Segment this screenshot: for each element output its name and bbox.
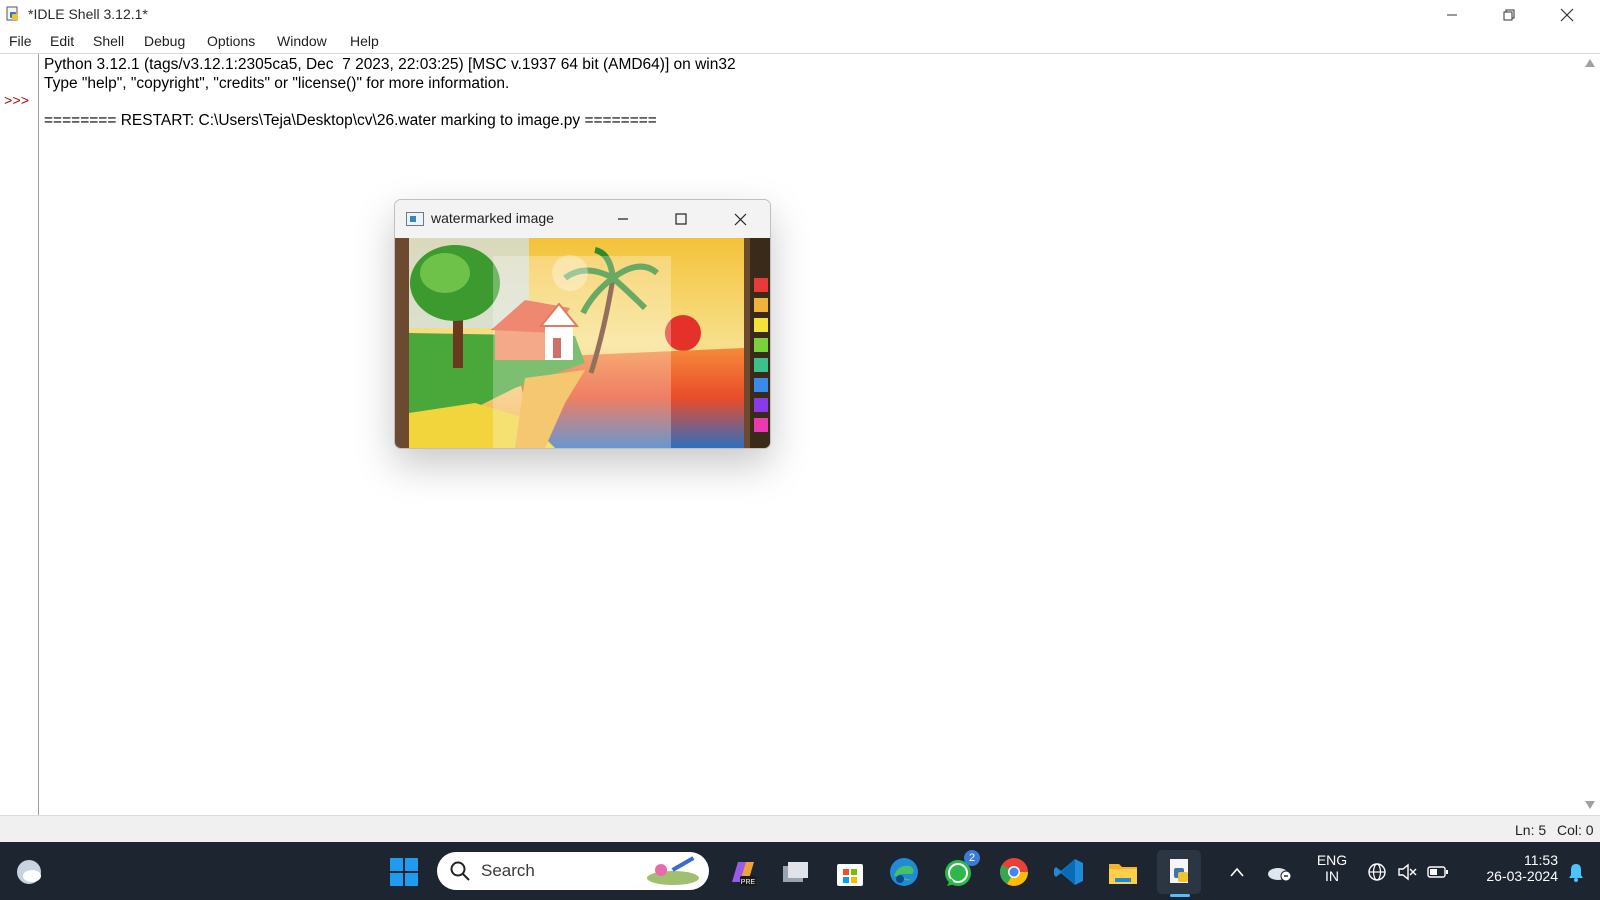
menu-options[interactable]: Options: [207, 33, 255, 49]
taskbar-edge[interactable]: [882, 850, 926, 894]
taskbar-python-idle[interactable]: [1157, 850, 1201, 894]
whatsapp-badge: 2: [964, 850, 980, 866]
shell-line-version: Python 3.12.1 (tags/v3.12.1:2305ca5, Dec…: [44, 56, 736, 73]
search-highlight-icon: [647, 856, 699, 885]
chrome-icon: [1000, 858, 1028, 886]
python-idle-icon: [1170, 859, 1188, 883]
clock[interactable]: 11:53 26-03-2024: [1462, 852, 1558, 884]
volume-tray[interactable]: [1394, 850, 1420, 894]
window-title: *IDLE Shell 3.12.1*: [28, 6, 148, 22]
clock-date: 26-03-2024: [1486, 868, 1558, 884]
maximize-icon: [675, 213, 687, 225]
menu-bar: File Edit Shell Debug Options Window Hel…: [0, 29, 1600, 53]
popup-close-button[interactable]: [725, 204, 755, 234]
language-indicator[interactable]: ENG IN: [1313, 852, 1351, 884]
start-button[interactable]: [382, 850, 426, 894]
network-tray[interactable]: [1364, 850, 1390, 894]
shell-line-restart: ======== RESTART: C:\Users\Teja\Desktop\…: [44, 112, 657, 129]
python-idle-icon: [6, 6, 18, 21]
chevron-up-icon: [1230, 867, 1244, 877]
onedrive-tray[interactable]: [1262, 850, 1296, 894]
menu-file[interactable]: File: [9, 33, 32, 49]
task-view-icon: [783, 862, 808, 882]
onedrive-cloud-icon: [1268, 868, 1292, 882]
prompt-gutter: >>>: [0, 54, 39, 816]
file-explorer-icon: [1109, 864, 1137, 884]
weather-cloud-icon: [17, 860, 41, 884]
taskbar-copilot-pre[interactable]: PRE: [720, 850, 764, 894]
language-code: ENG: [1316, 852, 1348, 868]
volume-muted-icon: [1398, 863, 1417, 881]
title-bar: *IDLE Shell 3.12.1*: [0, 0, 1600, 29]
search-label: Search: [481, 861, 535, 880]
search-icon: [450, 861, 470, 881]
taskbar-chrome[interactable]: [992, 850, 1036, 894]
taskbar-store[interactable]: [828, 850, 872, 894]
clock-time: 11:53: [1524, 852, 1558, 868]
menu-window[interactable]: Window: [277, 33, 327, 49]
shell-prompt: >>>: [4, 94, 30, 110]
edge-browser-icon: [890, 858, 918, 886]
widgets-button[interactable]: [7, 850, 51, 894]
taskbar: Search PRE 2 ENG IN 11:53 26-03-2024: [0, 842, 1600, 900]
notification-bell-icon: [1569, 864, 1583, 882]
globe-network-icon: [1368, 863, 1386, 881]
watermarked-painting-image: [395, 238, 770, 448]
taskbar-vscode[interactable]: [1047, 850, 1091, 894]
taskbar-task-view[interactable]: [773, 850, 817, 894]
restore-icon: [1503, 9, 1515, 20]
shell-line-help: Type "help", "copyright", "credits" or "…: [44, 75, 510, 92]
watermarked-image-window[interactable]: watermarked image: [394, 199, 771, 449]
menu-edit[interactable]: Edit: [50, 33, 74, 49]
popup-maximize-button[interactable]: [666, 204, 696, 234]
show-hidden-icons-button[interactable]: [1222, 850, 1252, 894]
microsoft-store-icon: [837, 864, 863, 886]
menu-debug[interactable]: Debug: [144, 33, 185, 49]
active-app-indicator: [1170, 894, 1190, 897]
status-column: Col: 0: [1557, 822, 1594, 838]
windows-start-icon: [390, 858, 418, 886]
window-app-icon: [406, 212, 424, 226]
region-code: IN: [1325, 868, 1339, 884]
vscode-icon: [1054, 859, 1083, 885]
popup-minimize-button[interactable]: [608, 204, 638, 234]
status-line: Ln: 5: [1515, 822, 1547, 838]
close-icon: [1560, 8, 1574, 21]
scroll-down-icon[interactable]: [1585, 801, 1595, 809]
minimize-button[interactable]: [1423, 0, 1481, 29]
popup-title-bar[interactable]: watermarked image: [395, 200, 770, 238]
battery-tray[interactable]: [1424, 850, 1452, 894]
minimize-icon: [1447, 14, 1457, 15]
vertical-scrollbar[interactable]: [1580, 54, 1600, 816]
notifications-button[interactable]: [1560, 850, 1592, 894]
status-bar: Ln: 5 Col: 0: [0, 815, 1600, 843]
popup-title: watermarked image: [431, 210, 554, 226]
minimize-icon: [618, 218, 628, 220]
battery-icon: [1427, 866, 1448, 878]
menu-shell[interactable]: Shell: [93, 33, 124, 49]
menu-help[interactable]: Help: [350, 33, 379, 49]
shell-editor[interactable]: >>> Python 3.12.1 (tags/v3.12.1:2305ca5,…: [0, 53, 1600, 816]
restore-button[interactable]: [1480, 0, 1538, 29]
close-button[interactable]: [1538, 0, 1596, 29]
copilot-preview-icon: PRE: [732, 862, 756, 886]
taskbar-file-explorer[interactable]: [1101, 850, 1145, 894]
scroll-up-icon[interactable]: [1585, 59, 1595, 67]
svg-text:PRE: PRE: [741, 879, 756, 886]
close-icon: [734, 213, 746, 225]
taskbar-search-box[interactable]: Search: [437, 852, 709, 890]
